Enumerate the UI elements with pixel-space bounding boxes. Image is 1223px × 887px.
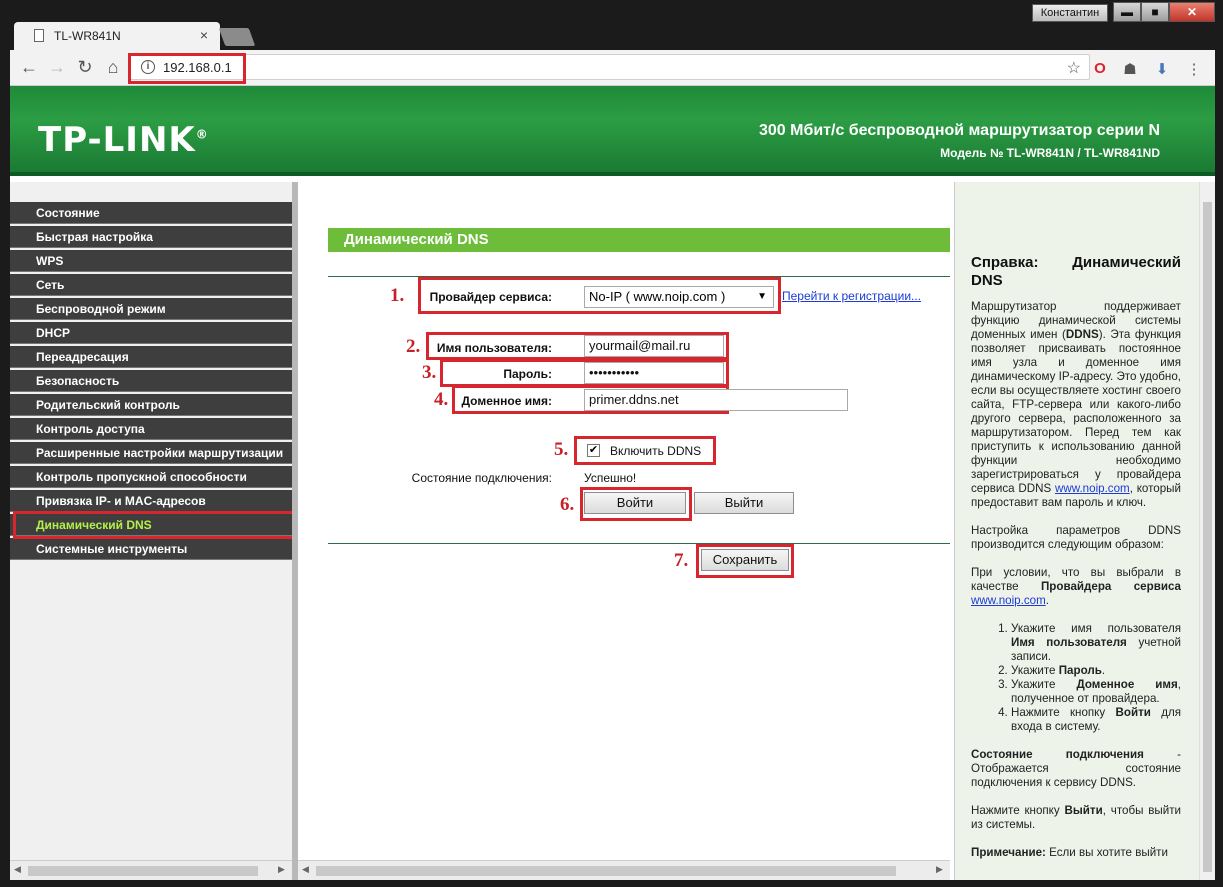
close-window-button[interactable]: ✕ <box>1169 2 1215 22</box>
new-tab-button[interactable] <box>218 28 256 46</box>
sidebar-item[interactable]: Сеть <box>10 274 292 296</box>
page-icon <box>34 29 44 42</box>
annotation-4: 4. <box>434 389 449 410</box>
banner-model: Модель № TL-WR841N / TL-WR841ND <box>940 146 1160 160</box>
url-highlight-box <box>128 53 246 84</box>
home-icon[interactable]: ⌂ <box>102 57 124 78</box>
sidebar-item[interactable]: Привязка IP- и MAC-адресов <box>10 490 292 512</box>
router-page: TP-LINK® 300 Мбит/с беспроводной маршрут… <box>10 86 1215 880</box>
divider-bottom <box>328 543 950 544</box>
scroll-thumb[interactable] <box>1203 202 1212 872</box>
status-label: Состояние подключения: <box>411 471 552 485</box>
password-label: Пароль: <box>503 367 552 381</box>
browser-window: TL-WR841N × Константин ▬ ■ ✕ ← → ↻ ⌂ i 1… <box>0 0 1223 887</box>
username-label: Имя пользователя: <box>436 341 552 355</box>
sidebar-item[interactable]: Быстрая настройка <box>10 226 292 248</box>
bookmark-star-icon[interactable]: ☆ <box>1067 58 1081 78</box>
sidebar-item[interactable]: Системные инструменты <box>10 538 292 560</box>
annotation-2: 2. <box>406 336 421 357</box>
profile-button[interactable]: Константин <box>1032 4 1108 22</box>
scroll-left-icon[interactable]: ◀ <box>14 864 21 875</box>
annotation-3: 3. <box>422 362 437 383</box>
sidebar: Состояние Быстрая настройка WPS Сеть Беспров… <box>10 182 295 880</box>
sidebar-item[interactable]: Родительский контроль <box>10 394 292 416</box>
address-bar[interactable]: i 192.168.0.1 ☆ <box>130 54 1090 80</box>
username-input[interactable]: yourmail@mail.ru <box>584 335 724 357</box>
domain-label: Доменное имя: <box>461 394 552 408</box>
save-button[interactable]: Сохранить <box>701 549 789 571</box>
annotation-1: 1. <box>390 285 405 306</box>
annotation-7: 7. <box>674 550 689 571</box>
enable-ddns-label: Включить DDNS <box>610 444 702 458</box>
help-title-line2: DNS <box>971 272 1003 289</box>
scroll-right-icon[interactable]: ▶ <box>936 864 943 875</box>
mask-extension-icon[interactable]: ☗ <box>1120 60 1140 78</box>
sidebar-item[interactable]: Расширенные настройки маршрутизации <box>10 442 292 464</box>
help-title: Справка: Динамический <box>971 254 1181 271</box>
help-text: Маршрутизатор поддерживает функцию динам… <box>971 300 1181 874</box>
noip-link-2[interactable]: www.noip.com <box>971 594 1046 607</box>
login-button[interactable]: Войти <box>584 492 686 514</box>
chevron-down-icon: ▼ <box>757 291 767 302</box>
browser-menu-icon[interactable]: ⋮ <box>1184 60 1204 78</box>
opera-extension-icon[interactable]: O <box>1090 60 1110 77</box>
maximize-button[interactable]: ■ <box>1141 2 1169 22</box>
provider-label: Провайдер сервиса: <box>429 290 552 304</box>
scroll-thumb[interactable] <box>28 866 258 876</box>
banner-title: 300 Мбит/с беспроводной маршрутизатор се… <box>758 122 1160 139</box>
help-vertical-scrollbar[interactable] <box>1199 182 1215 880</box>
tplink-logo: TP-LINK® <box>38 120 209 160</box>
back-arrow-icon[interactable]: ← <box>18 57 40 78</box>
domain-input[interactable]: primer.ddns.net <box>584 389 848 411</box>
sidebar-item[interactable]: Контроль пропускной способности <box>10 466 292 488</box>
status-value: Успешно! <box>584 471 637 485</box>
annotation-box-active-menu <box>13 511 295 539</box>
tab-title: TL-WR841N <box>54 29 121 43</box>
ddns-form: Динамический DNS 1. Провайдер сервиса: N… <box>298 182 950 880</box>
noip-link[interactable]: www.noip.com <box>1055 482 1130 495</box>
page-title: Динамический DNS <box>328 228 950 252</box>
logout-button[interactable]: Выйти <box>694 492 794 514</box>
reload-icon[interactable]: ↻ <box>74 57 96 78</box>
tplink-banner: TP-LINK® 300 Мбит/с беспроводной маршрут… <box>10 86 1215 176</box>
forward-arrow-icon[interactable]: → <box>46 57 68 78</box>
provider-select[interactable]: No-IP ( www.noip.com ) ▼ <box>584 286 774 308</box>
scroll-left-icon[interactable]: ◀ <box>302 864 309 875</box>
download-extension-icon[interactable]: ⬇ <box>1152 60 1172 78</box>
sidebar-item[interactable]: Безопасность <box>10 370 292 392</box>
sidebar-horizontal-scrollbar[interactable]: ◀ ▶ <box>10 860 292 880</box>
help-panel: Справка: Динамический DNS Маршрутизатор … <box>954 182 1215 880</box>
sidebar-item[interactable]: DHCP <box>10 322 292 344</box>
register-link[interactable]: Перейти к регистрации... <box>782 289 921 303</box>
sidebar-item[interactable]: WPS <box>10 250 292 272</box>
sidebar-item[interactable]: Состояние <box>10 202 292 224</box>
sidebar-item[interactable]: Переадресация <box>10 346 292 368</box>
annotation-6: 6. <box>560 494 575 515</box>
password-input[interactable]: ••••••••••• <box>584 362 724 384</box>
annotation-5: 5. <box>554 439 569 460</box>
sidebar-item[interactable]: Контроль доступа <box>10 418 292 440</box>
enable-ddns-checkbox[interactable]: ✔ <box>587 444 600 457</box>
content-horizontal-scrollbar[interactable]: ◀ ▶ <box>298 860 950 880</box>
tab-close-icon[interactable]: × <box>200 27 208 43</box>
sidebar-item[interactable]: Беспроводной режим <box>10 298 292 320</box>
minimize-button[interactable]: ▬ <box>1113 2 1141 22</box>
scroll-thumb[interactable] <box>316 866 896 876</box>
scroll-right-icon[interactable]: ▶ <box>278 864 285 875</box>
browser-tab[interactable]: TL-WR841N × <box>14 22 220 50</box>
